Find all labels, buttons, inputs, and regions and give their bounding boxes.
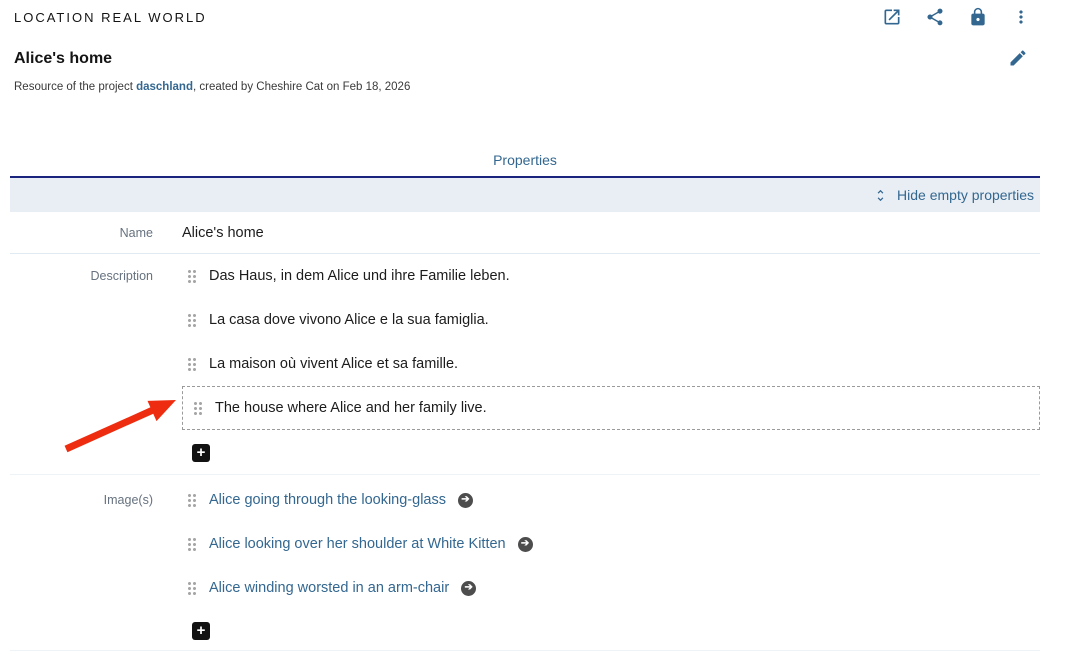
property-row-images: Image(s) Alice going through the looking… [10, 475, 1040, 651]
drag-handle-icon[interactable] [187, 269, 196, 283]
open-in-new-icon[interactable] [881, 6, 903, 28]
property-label-images: Image(s) [10, 478, 153, 640]
drag-handle-icon[interactable] [187, 313, 196, 327]
description-add-row: + [182, 444, 1040, 462]
description-value-text: La maison où vivent Alice et sa famille. [209, 356, 458, 372]
image-link[interactable]: Alice going through the looking-glass [209, 492, 446, 508]
hide-empty-properties-toggle[interactable]: Hide empty properties [873, 187, 1034, 203]
arrow-circle-right-icon[interactable]: ➔ [461, 581, 476, 596]
image-link-row: Alice winding worsted in an arm-chair ➔ [182, 566, 1040, 610]
page-title: Alice's home [14, 50, 112, 68]
tab-bar: Properties [10, 148, 1040, 172]
description-value-text: La casa dove vivono Alice e la sua famig… [209, 312, 489, 328]
add-image-value-button[interactable]: + [192, 622, 210, 640]
drag-handle-icon[interactable] [193, 401, 202, 415]
arrow-circle-right-icon[interactable]: ➔ [518, 537, 533, 552]
properties-toolbar: Hide empty properties [10, 178, 1040, 212]
image-link-row: Alice looking over her shoulder at White… [182, 522, 1040, 566]
property-row-description: Description Das Haus, in dem Alice und i… [10, 254, 1040, 475]
description-value-row: La casa dove vivono Alice e la sua famig… [182, 298, 1040, 342]
edit-pencil-icon[interactable] [1007, 47, 1029, 69]
image-link[interactable]: Alice winding worsted in an arm-chair [209, 580, 449, 596]
more-options-icon[interactable] [1010, 6, 1032, 28]
drag-handle-icon[interactable] [187, 493, 196, 507]
share-icon[interactable] [924, 6, 946, 28]
hide-empty-properties-label: Hide empty properties [897, 187, 1034, 203]
description-value-row: Das Haus, in dem Alice und ihre Familie … [182, 254, 1040, 298]
image-link-row: Alice going through the looking-glass ➔ [182, 478, 1040, 522]
arrow-circle-right-icon[interactable]: ➔ [458, 493, 473, 508]
image-link[interactable]: Alice looking over her shoulder at White… [209, 536, 506, 552]
images-add-row: + [182, 622, 1040, 640]
lock-icon[interactable] [967, 6, 989, 28]
property-value-name: Alice's home [182, 225, 1040, 241]
drag-handle-icon[interactable] [187, 537, 196, 551]
drag-handle-icon[interactable] [187, 357, 196, 371]
drag-handle-icon[interactable] [187, 581, 196, 595]
property-label-name: Name [10, 226, 153, 240]
subtitle-suffix: , created by Cheshire Cat on Feb 18, 202… [193, 81, 410, 93]
property-row-name: Name Alice's home [10, 212, 1040, 254]
description-value-text: The house where Alice and her family liv… [215, 400, 487, 416]
tab-properties[interactable]: Properties [481, 148, 569, 172]
add-description-value-button[interactable]: + [192, 444, 210, 462]
description-value-row-highlighted: The house where Alice and her family liv… [182, 386, 1040, 430]
description-value-text: Das Haus, in dem Alice und ihre Familie … [209, 268, 510, 284]
description-value-row: La maison où vivent Alice et sa famille. [182, 342, 1040, 386]
project-link[interactable]: daschland [136, 81, 193, 93]
resource-type-label: LOCATION REAL WORLD [14, 10, 207, 25]
property-label-description: Description [10, 254, 153, 462]
subtitle-prefix: Resource of the project [14, 81, 136, 93]
properties-panel: Name Alice's home Description Das Haus, … [10, 212, 1040, 651]
resource-subtitle: Resource of the project daschland, creat… [14, 81, 410, 93]
unfold-more-icon [873, 188, 888, 203]
resource-action-bar [881, 6, 1032, 28]
